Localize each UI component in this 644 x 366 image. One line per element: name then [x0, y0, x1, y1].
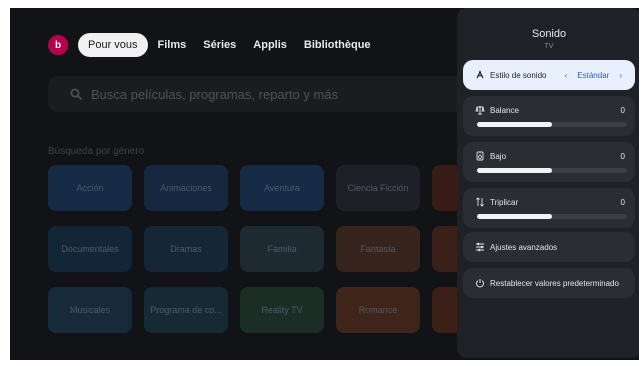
- search-bar[interactable]: Busca películas, programas, reparto y má…: [48, 76, 528, 112]
- tab-applis[interactable]: Applis: [253, 39, 287, 51]
- balance-slider-fill: [477, 122, 552, 127]
- top-navigation: b Pour vous Films Séries Applis Biblioth…: [48, 32, 388, 58]
- genre-tile[interactable]: Dramas: [144, 226, 228, 272]
- sound-style-label: Estilo de sonido: [490, 71, 547, 80]
- genre-tile[interactable]: Romance: [336, 287, 420, 333]
- genre-tile[interactable]: Musicales: [48, 287, 132, 333]
- advanced-settings-label: Ajustes avanzados: [490, 243, 558, 252]
- tv-screen: b Pour vous Films Séries Applis Biblioth…: [10, 8, 639, 360]
- genre-tile[interactable]: Familia: [240, 226, 324, 272]
- treble-value: 0: [620, 198, 625, 207]
- tab-films[interactable]: Films: [158, 39, 187, 51]
- speaker-icon: [476, 151, 484, 161]
- chevron-left-icon[interactable]: ‹: [565, 71, 568, 80]
- genre-tile[interactable]: Fantasía: [336, 226, 420, 272]
- profile-avatar[interactable]: b: [48, 35, 68, 55]
- genre-tile[interactable]: Animaciones: [144, 165, 228, 211]
- chevron-right-icon[interactable]: ›: [619, 71, 622, 80]
- balance-value: 0: [620, 106, 625, 115]
- bass-slider[interactable]: [477, 168, 627, 173]
- balance-slider[interactable]: [477, 122, 627, 127]
- search-placeholder: Busca películas, programas, reparto y má…: [91, 86, 339, 102]
- balance-row[interactable]: Balance 0: [463, 96, 635, 136]
- tab-series[interactable]: Séries: [203, 39, 236, 51]
- balance-icon: [475, 106, 485, 115]
- reset-defaults-label: Restablecer valores predeterminado: [490, 279, 619, 288]
- genre-tile[interactable]: Ciencia Ficción: [336, 165, 420, 211]
- tab-pour-vous[interactable]: Pour vous: [78, 33, 148, 57]
- balance-label: Balance: [490, 106, 519, 115]
- panel-subtitle: TV: [544, 43, 554, 50]
- sound-settings-panel: Sonido TV Estilo de sonido ‹ Estándar › Ba…: [457, 8, 639, 358]
- bass-label: Bajo: [490, 152, 507, 161]
- genre-tile[interactable]: Reality TV: [240, 287, 324, 333]
- genre-tile[interactable]: Acción: [48, 165, 132, 211]
- arrows-up-down-icon: [476, 197, 484, 207]
- treble-row[interactable]: Triplicar 0: [463, 188, 635, 228]
- panel-title: Sonido: [531, 28, 567, 40]
- bass-value: 0: [620, 152, 625, 161]
- treble-label: Triplicar: [490, 198, 519, 207]
- sound-style-icon: [476, 70, 484, 79]
- equalizer-icon: [476, 242, 484, 252]
- genre-section-title: Búsqueda por género: [48, 146, 145, 157]
- advanced-settings-row[interactable]: Ajustes avanzados: [463, 232, 635, 262]
- reset-defaults-row[interactable]: Restablecer valores predeterminado: [463, 268, 635, 298]
- sound-style-value: Estándar: [577, 71, 610, 80]
- genre-tile[interactable]: Aventura: [240, 165, 324, 211]
- genre-tile[interactable]: Documentales: [48, 226, 132, 272]
- power-icon: [476, 279, 484, 288]
- sound-style-selector[interactable]: ‹ Estándar ›: [560, 71, 627, 80]
- genre-tile[interactable]: Programa de co...: [144, 287, 228, 333]
- sound-style-row[interactable]: Estilo de sonido ‹ Estándar ›: [463, 60, 635, 90]
- bass-slider-fill: [477, 168, 552, 173]
- search-icon: [70, 88, 82, 100]
- treble-slider-fill: [477, 214, 552, 219]
- bass-row[interactable]: Bajo 0: [463, 142, 635, 182]
- tab-bibliotheque[interactable]: Bibliothèque: [304, 39, 371, 51]
- treble-slider[interactable]: [477, 214, 627, 219]
